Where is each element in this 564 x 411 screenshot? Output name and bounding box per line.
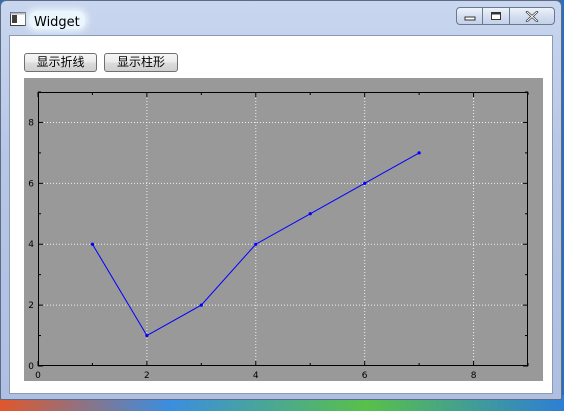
title-bar[interactable]: Widget bbox=[1, 1, 561, 35]
x-tick-label: 6 bbox=[362, 371, 368, 381]
x-tick-label: 0 bbox=[35, 371, 41, 381]
data-point bbox=[90, 242, 95, 246]
data-point bbox=[417, 151, 421, 155]
x-tick-label: 2 bbox=[144, 371, 150, 381]
x-tick-label: 8 bbox=[471, 371, 477, 381]
data-point bbox=[308, 212, 312, 216]
app-window: Widget 显示折线 显示柱形 0 2 4 6 8 0 2 4 6 8 bbox=[0, 0, 562, 400]
y-tick-label: 2 bbox=[28, 301, 34, 311]
minimize-button[interactable] bbox=[456, 7, 483, 25]
minimize-icon bbox=[464, 16, 475, 21]
close-icon bbox=[525, 10, 539, 22]
y-tick-label: 8 bbox=[28, 118, 34, 128]
app-icon bbox=[10, 12, 26, 26]
show-line-button[interactable]: 显示折线 bbox=[24, 53, 97, 72]
close-button[interactable] bbox=[509, 7, 555, 25]
data-point bbox=[199, 303, 203, 307]
maximize-icon bbox=[491, 12, 501, 20]
window-title: Widget bbox=[34, 15, 80, 30]
show-bar-button[interactable]: 显示柱形 bbox=[104, 53, 178, 72]
window-title-glow: Widget bbox=[29, 11, 85, 30]
line-chart: 0 2 4 6 8 0 2 4 6 8 bbox=[28, 91, 529, 381]
client-area: 显示折线 显示柱形 0 2 4 6 8 0 2 4 6 8 bbox=[9, 35, 553, 394]
window-controls bbox=[456, 7, 555, 27]
data-point bbox=[363, 181, 367, 185]
y-tick-label: 6 bbox=[28, 179, 34, 189]
y-tick-label: 0 bbox=[28, 362, 34, 372]
data-point bbox=[254, 242, 258, 246]
plot-widget[interactable]: 0 2 4 6 8 0 2 4 6 8 bbox=[24, 78, 543, 381]
x-tick-label: 4 bbox=[253, 371, 259, 381]
y-tick-label: 4 bbox=[28, 240, 34, 250]
data-point bbox=[145, 333, 149, 338]
maximize-button[interactable] bbox=[483, 7, 509, 25]
